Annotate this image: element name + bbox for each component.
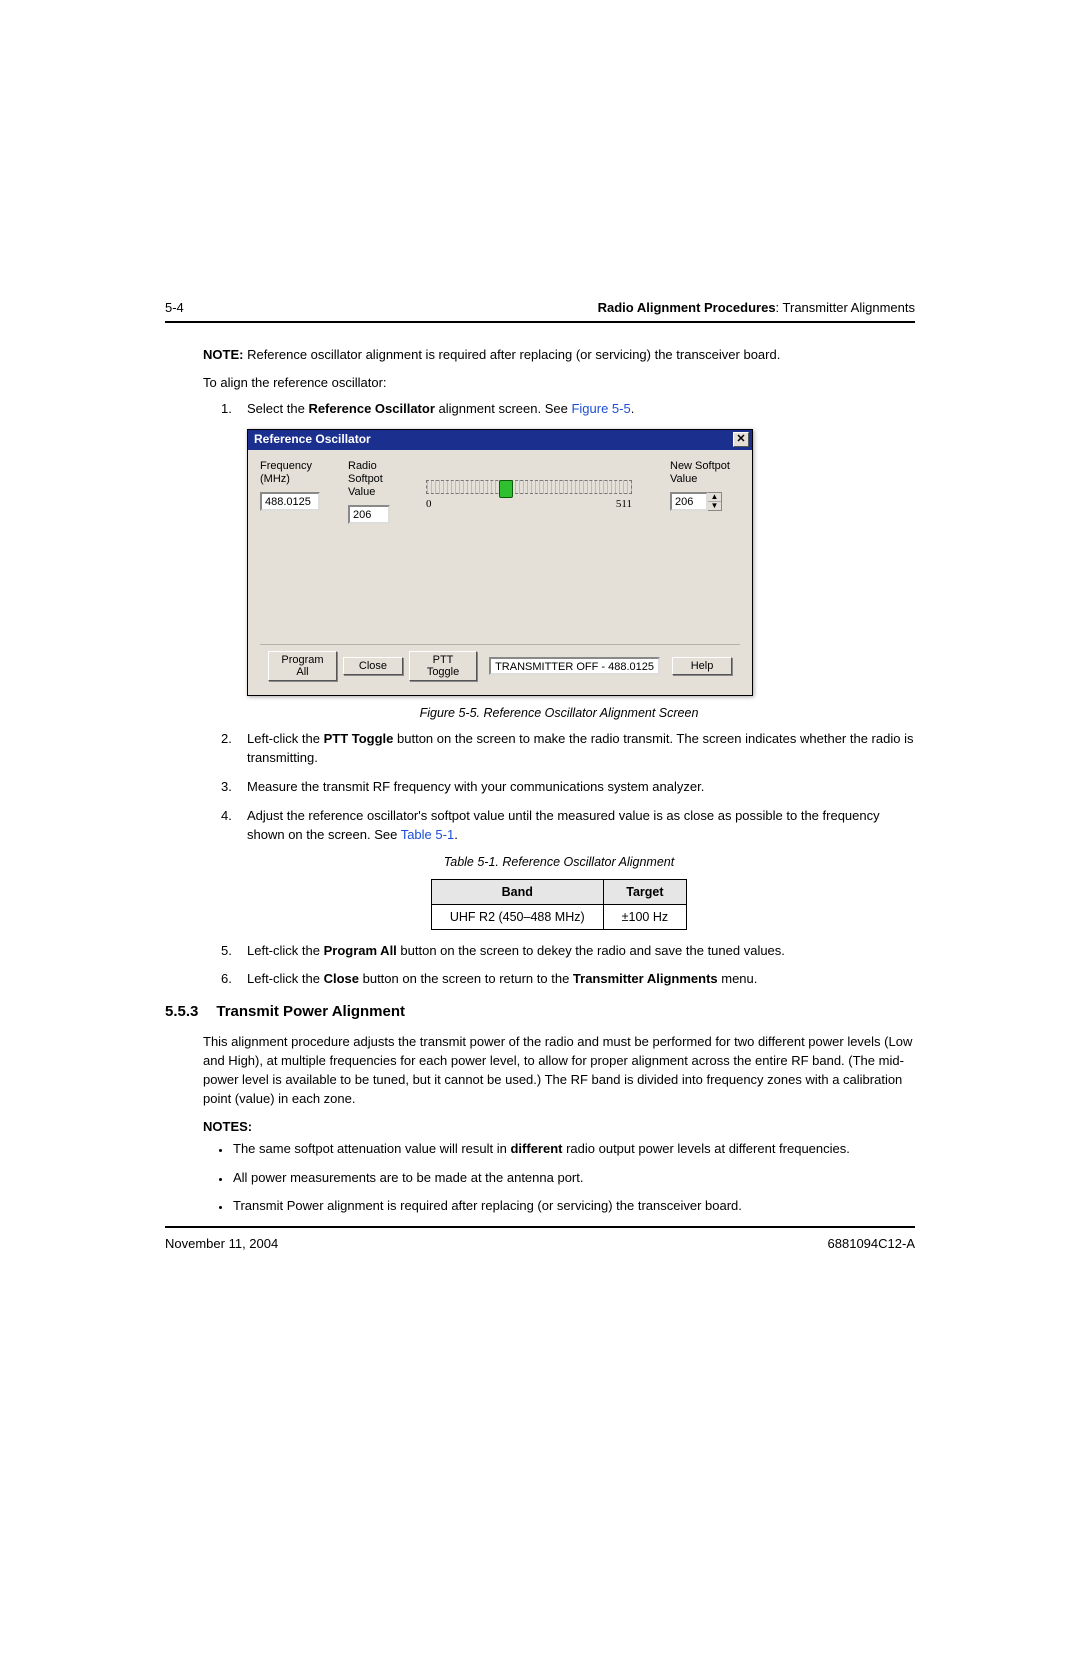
footer-date: November 11, 2004 — [165, 1236, 278, 1251]
close-button[interactable]: Close — [343, 657, 403, 675]
reference-oscillator-table: Band Target UHF R2 (450–488 MHz) ±100 Hz — [431, 879, 687, 930]
dialog-title-text: Reference Oscillator — [254, 432, 371, 446]
table-header-target: Target — [603, 879, 686, 904]
section-title: Transmit Power Alignment — [216, 1003, 405, 1020]
step-3: 3. Measure the transmit RF frequency wit… — [229, 778, 915, 797]
help-button[interactable]: Help — [672, 657, 732, 675]
step-1: 1. Select the Reference Oscillator align… — [229, 400, 915, 419]
header-section: Radio Alignment Procedures: Transmitter … — [598, 300, 915, 315]
softpot-slider[interactable]: 0 511 — [426, 480, 632, 510]
slider-thumb[interactable] — [499, 480, 513, 498]
reference-oscillator-dialog: Reference Oscillator ✕ Frequency (MHz) R… — [247, 429, 915, 697]
frequency-label: Frequency (MHz) — [260, 460, 330, 486]
dialog-titlebar: Reference Oscillator ✕ — [248, 430, 752, 450]
new-softpot-label: New Softpot Value — [670, 460, 740, 486]
slider-min-label: 0 — [426, 498, 432, 510]
bullet-2: All power measurements are to be made at… — [231, 1169, 915, 1188]
bullet-1: The same softpot attenuation value will … — [231, 1140, 915, 1159]
table-caption: Table 5-1. Reference Oscillator Alignmen… — [203, 855, 915, 869]
slider-max-label: 511 — [616, 498, 632, 510]
note-paragraph: NOTE: Reference oscillator alignment is … — [203, 347, 915, 362]
step-6: 6. Left-click the Close button on the sc… — [229, 970, 915, 989]
table-row: UHF R2 (450–488 MHz) ±100 Hz — [431, 904, 686, 929]
page-number: 5-4 — [165, 300, 184, 315]
section-body: This alignment procedure adjusts the tra… — [203, 1033, 915, 1108]
bullet-3: Transmit Power alignment is required aft… — [231, 1197, 915, 1216]
intro-text: To align the reference oscillator: — [203, 375, 915, 390]
table-header-band: Band — [431, 879, 603, 904]
footer-doc-number: 6881094C12-A — [828, 1236, 915, 1251]
figure-link[interactable]: Figure 5-5 — [571, 401, 630, 416]
table-link[interactable]: Table 5-1 — [401, 827, 454, 842]
radio-softpot-label: Radio Softpot Value — [348, 460, 408, 500]
footer-rule — [165, 1226, 915, 1228]
close-icon[interactable]: ✕ — [733, 432, 749, 447]
header-rule — [165, 321, 915, 323]
figure-caption: Figure 5-5. Reference Oscillator Alignme… — [203, 706, 915, 720]
step-2: 2. Left-click the PTT Toggle button on t… — [229, 730, 915, 768]
radio-softpot-input[interactable] — [348, 505, 390, 524]
frequency-input[interactable] — [260, 492, 320, 511]
transmitter-status: TRANSMITTER OFF - 488.0125 — [489, 657, 660, 675]
step-5: 5. Left-click the Program All button on … — [229, 942, 915, 961]
new-softpot-input[interactable] — [670, 492, 708, 511]
spinner-down-icon[interactable]: ▼ — [708, 502, 721, 510]
step-4: 4. Adjust the reference oscillator's sof… — [229, 807, 915, 845]
ptt-toggle-button[interactable]: PTT Toggle — [409, 651, 477, 681]
section-number: 5.5.3 — [165, 1003, 198, 1020]
notes-heading: NOTES: — [203, 1119, 915, 1134]
program-all-button[interactable]: Program All — [268, 651, 337, 681]
